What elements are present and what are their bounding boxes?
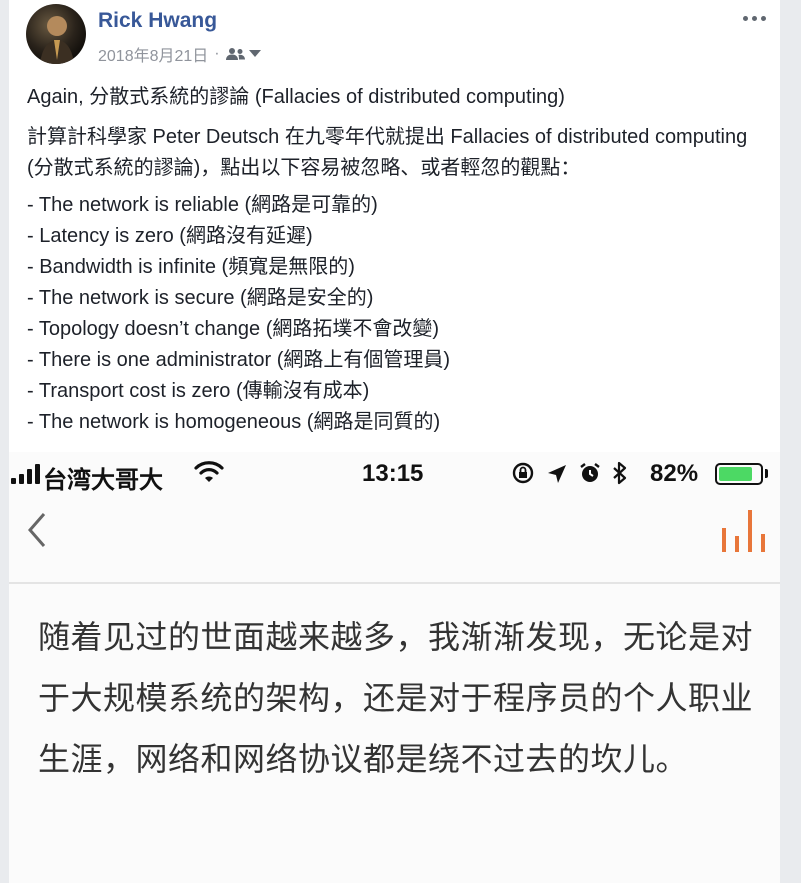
list-item: - Bandwidth is infinite (頻寬是無限的) xyxy=(27,256,355,278)
post-intro: 計算計科學家 Peter Deutsch 在九零年代就提出 Fallacies … xyxy=(27,126,748,179)
orientation-lock-icon xyxy=(511,461,535,492)
bluetooth-icon xyxy=(613,461,627,492)
signal-icon xyxy=(11,464,40,484)
embedded-phone-screenshot[interactable]: 台湾大哥大 13:15 82% 随着见过的世面越来越多，我渐渐发现，无论是对于大… xyxy=(9,452,780,883)
list-item: - There is one administrator (網路上有個管理員) xyxy=(27,349,451,371)
post-meta: 2018年8月21日 · xyxy=(98,42,261,66)
more-options-icon[interactable] xyxy=(740,8,768,28)
list-item: - The network is secure (網路是安全的) xyxy=(27,287,374,309)
article-text: 随着见过的世面越来越多，我渐渐发现，无论是对于大规模系统的架构，还是对于程序员的… xyxy=(38,618,754,778)
friends-icon[interactable] xyxy=(225,47,246,61)
location-icon xyxy=(547,463,567,491)
status-icons xyxy=(511,461,627,492)
phone-status-bar: 台湾大哥大 13:15 82% xyxy=(9,452,780,496)
list-item: - The network is reliable (網路是可靠的) xyxy=(27,194,378,216)
alarm-icon xyxy=(579,462,601,491)
list-item: - Topology doesn’t change (網路拓墣不會改變) xyxy=(27,318,440,340)
post-date[interactable]: 2018年8月21日 xyxy=(98,42,208,66)
carrier-name: 台湾大哥大 xyxy=(43,467,163,494)
meta-separator: · xyxy=(214,45,220,62)
list-item: - Latency is zero (網路沒有延遲) xyxy=(27,225,313,247)
battery-percentage: 82% xyxy=(650,460,699,487)
nav-divider xyxy=(9,582,780,584)
post-title: Again, 分散式系統的謬論 (Fallacies of distribute… xyxy=(27,86,565,108)
wifi-icon xyxy=(194,460,224,491)
bar-chart-icon[interactable] xyxy=(717,506,773,558)
author-name[interactable]: Rick Hwang xyxy=(98,9,217,33)
post-body: Again, 分散式系統的謬論 (Fallacies of distribute… xyxy=(27,82,767,438)
list-item: - The network is homogeneous (網路是同質的) xyxy=(27,411,441,433)
caret-down-icon[interactable] xyxy=(248,50,261,58)
battery-icon xyxy=(715,463,763,485)
fallacies-list: - The network is reliable (網路是可靠的) - Lat… xyxy=(27,190,767,438)
list-item: - Transport cost is zero (傳輸沒有成本) xyxy=(27,380,370,402)
avatar[interactable] xyxy=(26,4,86,64)
battery-level xyxy=(719,467,752,481)
status-time: 13:15 xyxy=(362,460,424,487)
battery-cap xyxy=(765,469,768,478)
back-arrow-icon[interactable] xyxy=(27,512,47,552)
